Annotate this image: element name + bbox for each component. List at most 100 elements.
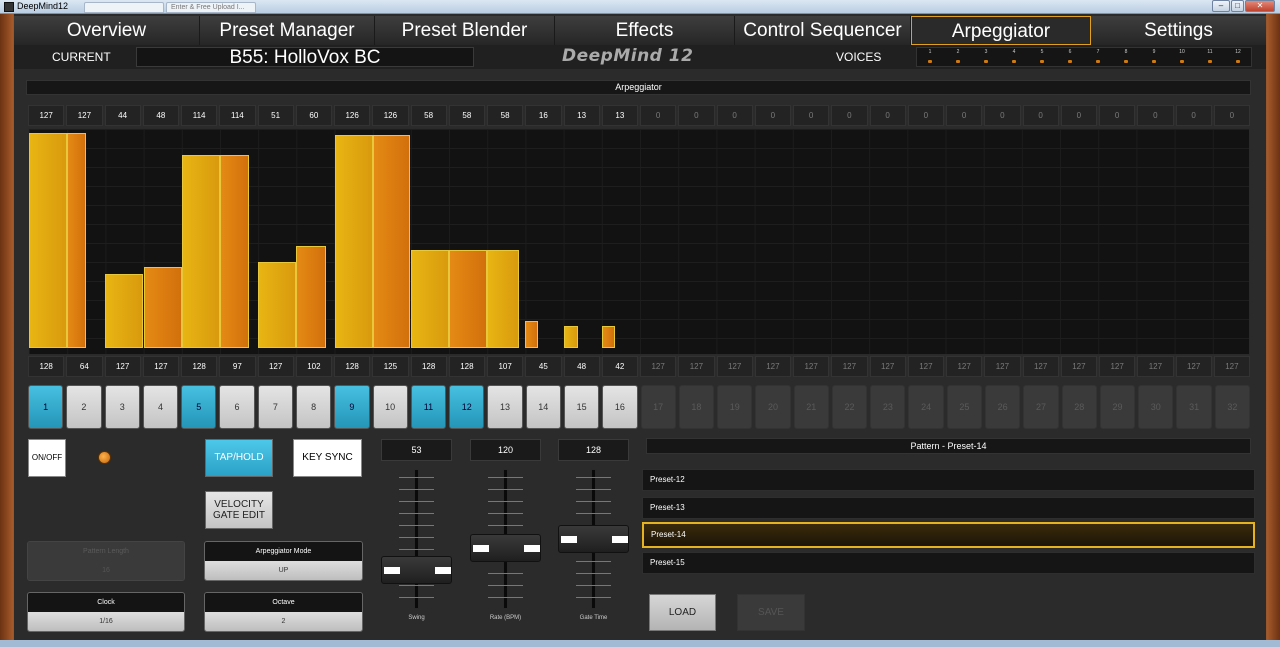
fader-tick xyxy=(399,513,434,514)
step-button-10[interactable]: 10 xyxy=(372,385,408,429)
voice-led xyxy=(1096,60,1100,63)
step-button-16[interactable]: 16 xyxy=(602,385,638,429)
step-bar-1[interactable] xyxy=(29,133,67,348)
step-bar-8[interactable] xyxy=(296,246,326,348)
velocity-value: 127 xyxy=(28,105,65,126)
tab-overview[interactable]: Overview xyxy=(14,16,200,45)
swing-fader[interactable] xyxy=(381,469,452,609)
step-button-2[interactable]: 2 xyxy=(66,385,102,429)
gate-time-fader[interactable] xyxy=(558,469,629,609)
fader-tick xyxy=(399,489,434,490)
step-button-1[interactable]: 1 xyxy=(28,385,64,429)
octave-select[interactable]: Octave 2 xyxy=(204,592,363,632)
voice-indicator: 9 xyxy=(1147,49,1161,63)
velocity-value: 0 xyxy=(793,105,830,126)
step-button-5[interactable]: 5 xyxy=(181,385,217,429)
step-bar-graph[interactable] xyxy=(28,128,1250,355)
arp-on-off-button[interactable]: ON/OFF xyxy=(28,439,66,477)
gate-value-row: 128 64 127 127 128 97 127 102 128 125 128 128 107 45 4… xyxy=(28,356,1250,377)
pattern-item[interactable]: Preset-12 xyxy=(642,469,1255,491)
tab-effects[interactable]: Effects xyxy=(555,16,735,45)
step-bar-13[interactable] xyxy=(487,250,519,348)
velocity-value: 114 xyxy=(219,105,256,126)
rate-fader[interactable] xyxy=(470,469,541,609)
step-button-8[interactable]: 8 xyxy=(295,385,332,429)
gate-value: 127 xyxy=(946,356,983,377)
fader-tick xyxy=(399,549,434,550)
fader-tick xyxy=(488,585,523,586)
maximize-button[interactable]: □ xyxy=(1231,0,1244,12)
gate-value: 127 xyxy=(1137,356,1174,377)
step-button-32: 32 xyxy=(1214,385,1250,429)
close-button[interactable]: ✕ xyxy=(1245,0,1275,12)
octave-value: 2 xyxy=(205,612,362,631)
step-button-20: 20 xyxy=(755,385,791,429)
gate-value: 128 xyxy=(448,356,485,377)
tab-preset-blender[interactable]: Preset Blender xyxy=(375,16,555,45)
velocity-value: 0 xyxy=(1137,105,1174,126)
arp-mode-select[interactable]: Arpeggiator Mode UP xyxy=(204,541,363,581)
step-bar-10[interactable] xyxy=(373,135,410,348)
tab-arpeggiator[interactable]: Arpeggiator xyxy=(911,16,1091,45)
tab-control-sequencer[interactable]: Control Sequencer xyxy=(735,16,911,45)
step-button-9[interactable]: 9 xyxy=(334,385,370,429)
pattern-item[interactable]: Preset-13 xyxy=(642,497,1255,519)
clock-select[interactable]: Clock 1/16 xyxy=(27,592,185,632)
voice-led xyxy=(984,60,988,63)
fader-tick xyxy=(399,477,434,478)
key-sync-button[interactable]: KEY SYNC xyxy=(293,439,362,477)
step-button-7[interactable]: 7 xyxy=(257,385,293,429)
main-nav: Overview Preset Manager Preset Blender E… xyxy=(14,16,1266,45)
step-bar-15[interactable] xyxy=(564,326,578,348)
velocity-value: 58 xyxy=(410,105,447,126)
fader-knob[interactable] xyxy=(470,534,541,562)
minimize-button[interactable]: – xyxy=(1212,0,1230,12)
step-button-14[interactable]: 14 xyxy=(525,385,561,429)
fader-knob[interactable] xyxy=(381,556,452,584)
step-bar-12[interactable] xyxy=(449,250,487,348)
step-button-22: 22 xyxy=(831,385,868,429)
tap-hold-button[interactable]: TAP/HOLD xyxy=(205,439,273,477)
step-bar-9[interactable] xyxy=(335,135,373,348)
step-bar-14[interactable] xyxy=(525,321,538,348)
load-button[interactable]: LOAD xyxy=(649,594,716,631)
voice-indicator-strip: 1 2 3 4 5 6 7 8 9 10 11 12 xyxy=(916,47,1252,67)
step-button-6[interactable]: 6 xyxy=(219,385,255,429)
step-bar-3[interactable] xyxy=(105,274,143,348)
step-button-4[interactable]: 4 xyxy=(142,385,179,429)
background-tab[interactable]: Enter & Free Upload I... xyxy=(166,2,256,13)
velocity-value: 0 xyxy=(1099,105,1136,126)
step-button-15[interactable]: 15 xyxy=(563,385,600,429)
pattern-item-selected[interactable]: Preset-14 xyxy=(642,522,1255,548)
step-bar-5[interactable] xyxy=(182,155,220,348)
gate-value: 127 xyxy=(716,356,753,377)
voice-number: 7 xyxy=(1096,49,1100,55)
step-bar-2[interactable] xyxy=(67,133,86,348)
velocity-value: 0 xyxy=(678,105,715,126)
fader-knob[interactable] xyxy=(558,525,629,553)
velocity-value: 0 xyxy=(984,105,1021,126)
arp-status-led xyxy=(98,451,111,464)
tab-preset-manager[interactable]: Preset Manager xyxy=(200,16,375,45)
step-button-27: 27 xyxy=(1023,385,1059,429)
pattern-item[interactable]: Preset-15 xyxy=(642,552,1255,574)
background-tab[interactable] xyxy=(84,2,164,13)
step-bar-7[interactable] xyxy=(258,262,296,348)
velocity-value: 0 xyxy=(869,105,906,126)
step-bar-16[interactable] xyxy=(602,326,615,348)
step-button-12[interactable]: 12 xyxy=(449,385,485,429)
save-button: SAVE xyxy=(737,594,805,631)
velocity-value: 0 xyxy=(831,105,868,126)
deepmind-logo: DeepMind 12 xyxy=(562,46,694,66)
step-bar-11[interactable] xyxy=(411,250,449,348)
velocity-gate-edit-button[interactable]: VELOCITY GATE EDIT xyxy=(205,491,273,529)
main-panel: Overview Preset Manager Preset Blender E… xyxy=(14,14,1266,647)
step-bar-6[interactable] xyxy=(220,155,249,348)
tab-settings[interactable]: Settings xyxy=(1091,16,1266,45)
step-button-3[interactable]: 3 xyxy=(104,385,140,429)
voice-indicator: 12 xyxy=(1231,49,1245,63)
step-bar-4[interactable] xyxy=(144,267,182,348)
step-button-13[interactable]: 13 xyxy=(487,385,523,429)
rate-label: Rate (BPM) xyxy=(489,615,522,621)
step-button-11[interactable]: 11 xyxy=(410,385,447,429)
